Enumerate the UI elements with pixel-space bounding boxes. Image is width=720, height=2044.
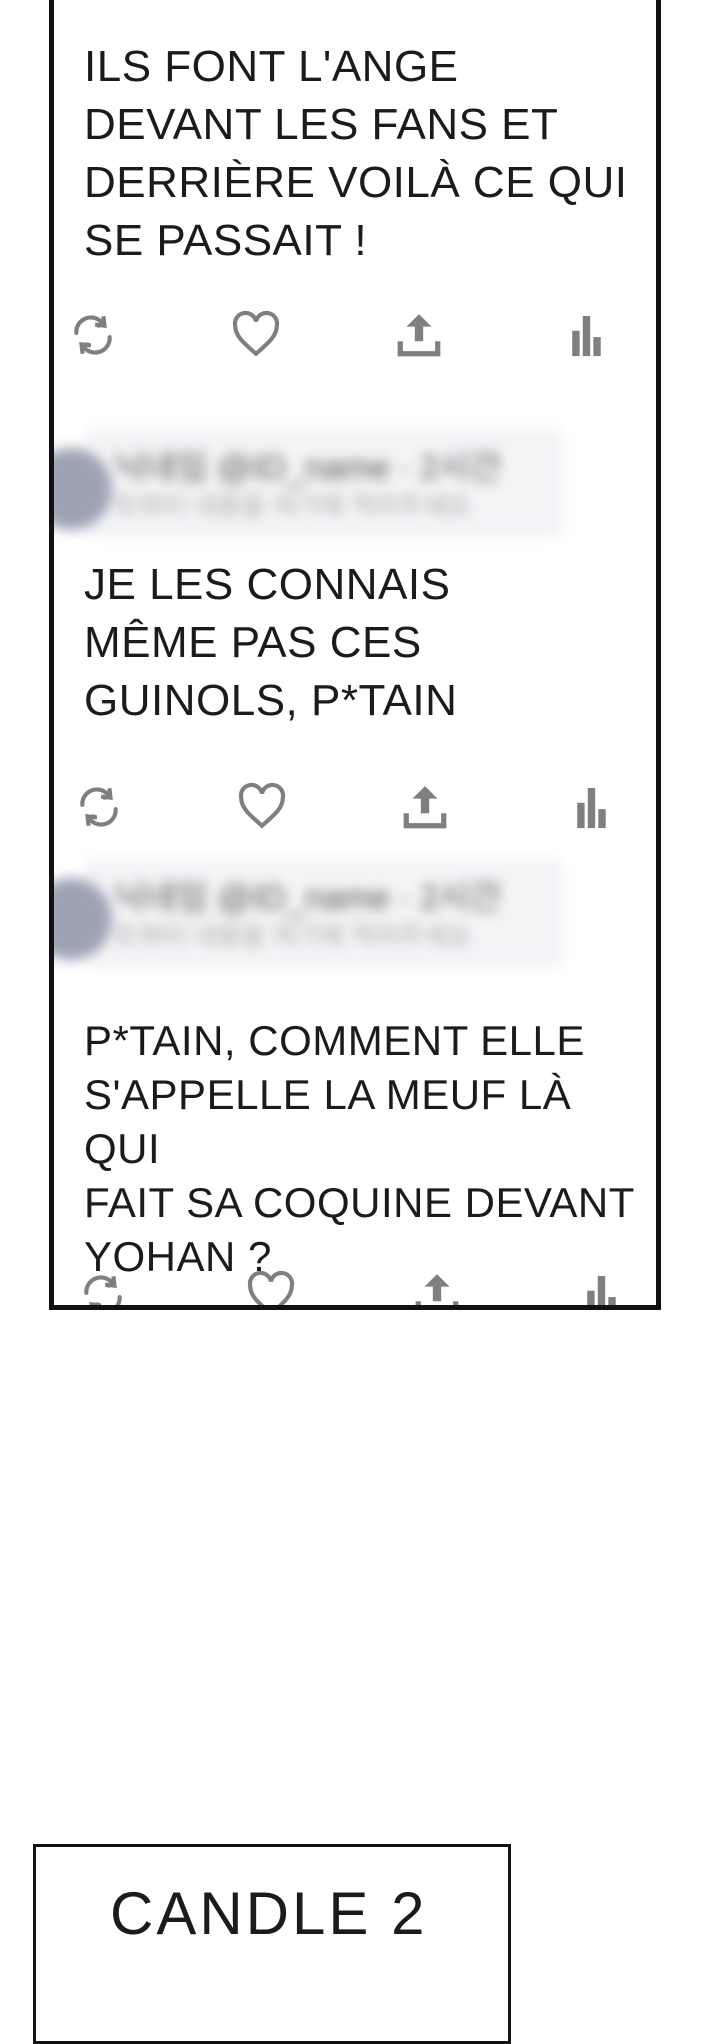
tweet-actions [68, 1268, 648, 1305]
tweet-actions [68, 780, 648, 834]
tweet-text: P*TAIN, COMMENT ELLE S'APPELLE LA MEUF L… [84, 1017, 635, 1280]
retweet-icon[interactable] [68, 308, 118, 362]
phone-frame: ILS FONT L'ANGE DEVANT LES FANS ET DERRI… [49, 0, 661, 1310]
header-name: 닉네임 @ID_name · 2시간 [114, 449, 502, 487]
tweet-text: ILS FONT L'ANGE DEVANT LES FANS ET DERRI… [84, 42, 628, 265]
header-subtext: 트위터 내용을 여기에 적어주세요 [114, 921, 471, 951]
bar-chart-icon[interactable] [573, 780, 611, 834]
retweet-icon[interactable] [74, 780, 124, 834]
tweet-text: JE LES CONNAIS MÊME PAS CES GUINOLS, P*T… [84, 560, 458, 725]
panel-title: CANDLE 2 [110, 1880, 428, 1947]
heart-icon[interactable] [231, 308, 281, 362]
heart-icon[interactable] [246, 1268, 296, 1305]
tweet-header-blurred: 닉네임 @ID_name · 2시간 트위터 내용을 여기에 적어주세요 [54, 858, 574, 968]
header-name: 닉네임 @ID_name · 2시간 [114, 879, 502, 917]
title-panel: CANDLE 2 [33, 1844, 511, 2044]
share-icon[interactable] [394, 308, 444, 362]
share-icon[interactable] [400, 780, 450, 834]
share-icon[interactable] [412, 1268, 462, 1305]
bar-chart-icon[interactable] [583, 1268, 621, 1305]
retweet-icon[interactable] [78, 1268, 128, 1305]
bar-chart-icon[interactable] [568, 308, 606, 362]
heart-icon[interactable] [237, 780, 287, 834]
tweet-header-blurred: 닉네임 @ID_name · 2시간 트위터 내용을 여기에 적어주세요 [54, 428, 574, 538]
tweet-actions [68, 308, 648, 362]
header-subtext: 트위터 내용을 여기에 적어주세요 [114, 491, 471, 521]
